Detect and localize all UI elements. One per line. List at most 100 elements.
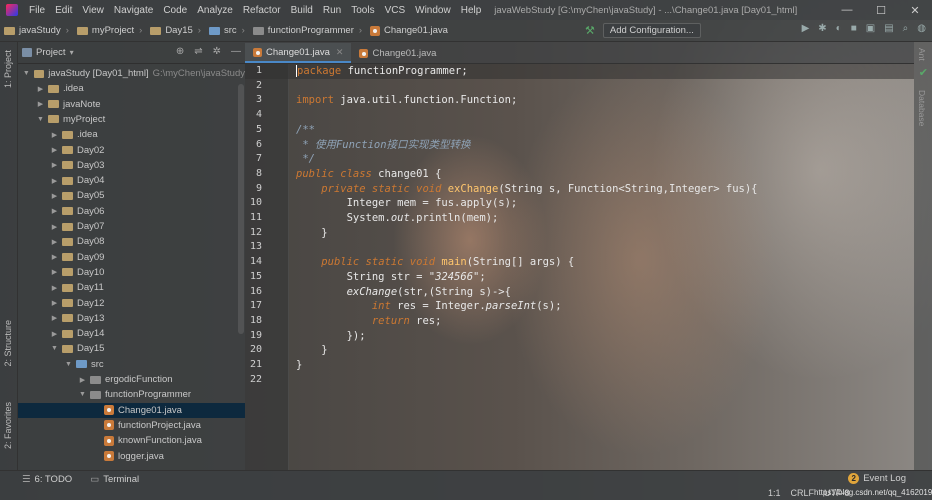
tree-item-ergodicfunction[interactable]: ▶ ergodicFunction [18, 372, 245, 387]
project-structure-icon[interactable]: ▣ [866, 23, 875, 34]
menu-help[interactable]: Help [456, 5, 487, 16]
structure-tool-tab[interactable]: 2: Structure [3, 320, 13, 367]
chevron-down-icon[interactable]: ▾ [70, 48, 74, 57]
tab-change01[interactable]: Change01.java [351, 43, 444, 63]
close-button[interactable]: ✕ [898, 0, 932, 20]
menu-navigate[interactable]: Navigate [109, 5, 158, 16]
tree-item-day07[interactable]: ▶ Day07 [18, 219, 245, 234]
todo-tool-tab[interactable]: ☰ 6: TODO [22, 474, 72, 485]
locate-icon[interactable]: ⊕ [176, 46, 184, 57]
tree-item-idea[interactable]: ▶ .idea [18, 81, 245, 96]
inspection-ok-icon[interactable]: ✔ [919, 66, 928, 79]
sdk-icon[interactable]: ▤ [884, 23, 893, 34]
collapsed-arrow-icon[interactable]: ▶ [50, 253, 59, 261]
collapsed-arrow-icon[interactable]: ▶ [50, 238, 59, 246]
tree-item-day04[interactable]: ▶ Day04 [18, 173, 245, 188]
menu-code[interactable]: Code [158, 5, 192, 16]
add-configuration-button[interactable]: Add Configuration... [602, 23, 701, 38]
menu-build[interactable]: Build [286, 5, 318, 16]
menu-refactor[interactable]: Refactor [238, 5, 286, 16]
favorites-tool-tab[interactable]: 2: Favorites [3, 402, 13, 449]
collapsed-arrow-icon[interactable]: ▶ [50, 223, 59, 231]
expanded-arrow-icon[interactable]: ▼ [78, 391, 87, 398]
tree-item-logger-java[interactable]: logger.java [18, 449, 245, 464]
tree-item-day05[interactable]: ▶ Day05 [18, 188, 245, 203]
tree-item-idea[interactable]: ▶ .idea [18, 127, 245, 142]
line-separator[interactable]: CRLF [791, 488, 815, 498]
run-icon[interactable]: ▶ [802, 23, 810, 34]
tree-item-src[interactable]: ▼ src [18, 357, 245, 372]
collapsed-arrow-icon[interactable]: ▶ [50, 177, 59, 185]
breadcrumb-myproject[interactable]: myProject › [73, 25, 146, 36]
tree-item-day11[interactable]: ▶ Day11 [18, 280, 245, 295]
menu-tools[interactable]: Tools [346, 5, 379, 16]
breadcrumb-day15[interactable]: Day15 › [146, 25, 205, 36]
tree-item-functionproject-java[interactable]: functionProject.java [18, 418, 245, 433]
expanded-arrow-icon[interactable]: ▼ [50, 345, 59, 352]
menu-analyze[interactable]: Analyze [192, 5, 238, 16]
coverage-icon[interactable]: ◐ [836, 23, 842, 34]
gear-icon[interactable]: ✲ [213, 46, 221, 57]
collapsed-arrow-icon[interactable]: ▶ [36, 100, 45, 108]
tree-item-day02[interactable]: ▶ Day02 [18, 143, 245, 158]
tree-item-javanote[interactable]: ▶ javaNote [18, 97, 245, 112]
collapsed-arrow-icon[interactable]: ▶ [50, 207, 59, 215]
collapse-icon[interactable]: ⇌ [194, 46, 202, 57]
maximize-button[interactable]: ☐ [864, 0, 898, 20]
build-hammer-icon[interactable]: ⚒ [585, 24, 595, 37]
project-tool-tab[interactable]: 1: Project [3, 50, 13, 88]
tree-item-change01-java[interactable]: Change01.java [18, 402, 245, 418]
collapsed-arrow-icon[interactable]: ▶ [78, 376, 87, 384]
tree-item-day09[interactable]: ▶ Day09 [18, 250, 245, 265]
ant-tool-tab[interactable]: Ant [917, 48, 927, 61]
collapsed-arrow-icon[interactable]: ▶ [50, 330, 59, 338]
menu-window[interactable]: Window [410, 5, 456, 16]
hide-icon[interactable]: — [231, 46, 241, 57]
menu-view[interactable]: View [77, 5, 109, 16]
breadcrumb-functionprogrammer[interactable]: functionProgrammer › [249, 25, 366, 36]
breadcrumb-change01[interactable]: Change01.java [366, 25, 452, 36]
collapsed-arrow-icon[interactable]: ▶ [36, 85, 45, 93]
tree-item-day15[interactable]: ▼ Day15 [18, 341, 245, 356]
expanded-arrow-icon[interactable]: ▼ [22, 70, 31, 77]
collapsed-arrow-icon[interactable]: ▶ [50, 161, 59, 169]
menu-edit[interactable]: Edit [50, 5, 77, 16]
stop-icon[interactable]: ■ [851, 23, 857, 34]
collapsed-arrow-icon[interactable]: ▶ [50, 299, 59, 307]
menu-run[interactable]: Run [318, 5, 346, 16]
tree-item-day08[interactable]: ▶ Day08 [18, 234, 245, 249]
tab-change01-active[interactable]: Change01.java ✕ [245, 43, 352, 63]
project-scrollbar[interactable] [238, 84, 244, 334]
close-icon[interactable]: ✕ [336, 47, 344, 58]
tree-item-day03[interactable]: ▶ Day03 [18, 158, 245, 173]
chrome-icon[interactable]: ◍ [917, 23, 926, 34]
tree-item-day13[interactable]: ▶ Day13 [18, 311, 245, 326]
project-panel-title[interactable]: Project [36, 47, 66, 58]
collapsed-arrow-icon[interactable]: ▶ [50, 268, 59, 276]
collapsed-arrow-icon[interactable]: ▶ [50, 192, 59, 200]
collapsed-arrow-icon[interactable]: ▶ [50, 146, 59, 154]
code-editor[interactable]: 1 package functionProgrammer; 2 3 import j… [245, 64, 914, 470]
collapsed-arrow-icon[interactable]: ▶ [50, 131, 59, 139]
search-icon[interactable]: ⌕ [903, 23, 909, 34]
menu-vcs[interactable]: VCS [380, 5, 411, 16]
collapsed-arrow-icon[interactable]: ▶ [50, 314, 59, 322]
breadcrumb-javastudy[interactable]: javaStudy › [0, 25, 73, 36]
expanded-arrow-icon[interactable]: ▼ [36, 116, 45, 123]
tree-item-myproject[interactable]: ▼ myProject [18, 112, 245, 127]
database-tool-tab[interactable]: Database [917, 90, 927, 126]
tree-item-functionprogrammer[interactable]: ▼ functionProgrammer [18, 387, 245, 402]
tree-item-day14[interactable]: ▶ Day14 [18, 326, 245, 341]
breadcrumb-src[interactable]: src › [205, 25, 249, 36]
expanded-arrow-icon[interactable]: ▼ [64, 361, 73, 368]
tree-item-day12[interactable]: ▶ Day12 [18, 296, 245, 311]
tree-item-day06[interactable]: ▶ Day06 [18, 204, 245, 219]
caret-position[interactable]: 1:1 [768, 488, 781, 498]
tree-item-knownfunction-java[interactable]: knownFunction.java [18, 433, 245, 448]
tree-item-javastudy-day01-html[interactable]: ▼ javaStudy [Day01_html] G:\myChen\javaStu… [18, 66, 245, 81]
terminal-tool-tab[interactable]: ▭ Terminal [90, 474, 139, 485]
tree-item-day10[interactable]: ▶ Day10 [18, 265, 245, 280]
debug-icon[interactable]: ✱ [818, 23, 826, 34]
menu-file[interactable]: File [24, 5, 50, 16]
collapsed-arrow-icon[interactable]: ▶ [50, 284, 59, 292]
